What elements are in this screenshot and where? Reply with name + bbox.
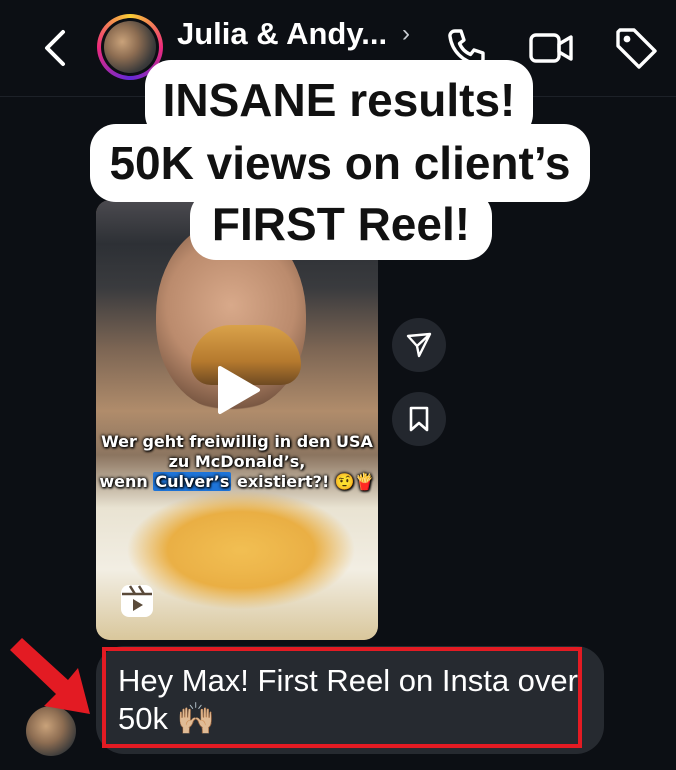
- bookmark-icon: [409, 406, 429, 432]
- reel-text-line1: Wer geht freiwillig in den USA: [101, 432, 373, 451]
- play-icon[interactable]: [214, 364, 262, 416]
- save-button[interactable]: [392, 392, 446, 446]
- contact-name[interactable]: Julia & Andy...: [177, 16, 387, 52]
- share-icon: [406, 332, 432, 358]
- shared-reel-card[interactable]: Wer geht freiwillig in den USA zu McDona…: [96, 200, 378, 640]
- caption-line3: FIRST Reel!: [190, 190, 492, 260]
- share-button[interactable]: [392, 318, 446, 372]
- tag-icon[interactable]: [612, 24, 660, 72]
- chevron-right-icon[interactable]: ›: [402, 20, 410, 48]
- back-arrow-icon[interactable]: [36, 26, 76, 70]
- reel-overlay-text: Wer geht freiwillig in den USA zu McDona…: [96, 432, 378, 492]
- reels-icon: [121, 585, 153, 617]
- dm-thread-screen: Julia & Andy... › Wer geht freiwillig in…: [0, 0, 676, 770]
- reel-text-line2: zu McDonald’s,: [168, 452, 306, 471]
- red-arrow-icon: [10, 638, 90, 714]
- reel-text-highlight: Culver’s: [153, 472, 232, 491]
- message-text: Hey Max! First Reel on Insta over 50k 🙌🏼: [118, 663, 578, 736]
- video-camera-icon[interactable]: [527, 24, 575, 72]
- reel-text-line3: wenn Culver’s existiert?! 🤨🍟: [99, 472, 375, 491]
